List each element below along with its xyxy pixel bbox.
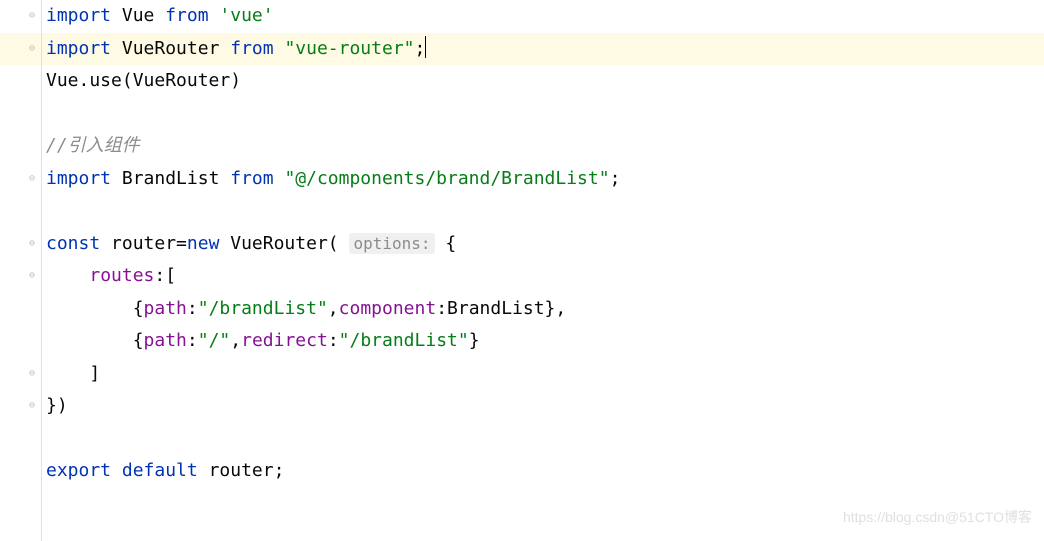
punct: : — [187, 330, 198, 351]
property: path — [144, 298, 187, 319]
string: "/" — [198, 330, 231, 351]
fold-marker-icon[interactable]: ⊖ — [29, 44, 39, 54]
gutter-line: ⊖ — [0, 163, 41, 196]
string: "/brandList" — [198, 298, 328, 319]
fold-marker-icon[interactable]: ⊖ — [29, 369, 39, 379]
code-line[interactable]: ] — [42, 358, 1044, 391]
punct: :[ — [154, 265, 176, 286]
indent — [46, 265, 89, 286]
code-line[interactable] — [42, 98, 1044, 131]
keyword: from — [230, 38, 273, 59]
code-editor[interactable]: ⊖ ⊖ ⊖ ⊖ ⊖ ⊖ ⊖ import Vue from 'vue' impo… — [0, 0, 1044, 541]
keyword: export — [46, 460, 111, 481]
code-line[interactable] — [42, 423, 1044, 456]
keyword: import — [46, 5, 111, 26]
string: "vue-router" — [274, 38, 415, 59]
punct: } — [469, 330, 480, 351]
keyword: const — [46, 233, 100, 254]
punct: { — [435, 233, 457, 254]
gutter-line: ⊖ — [0, 0, 41, 33]
code-line[interactable]: //引入组件 — [42, 130, 1044, 163]
keyword: import — [46, 168, 111, 189]
editor-gutter: ⊖ ⊖ ⊖ ⊖ ⊖ ⊖ ⊖ — [0, 0, 42, 541]
gutter-line: ⊖ — [0, 33, 41, 66]
code-area[interactable]: import Vue from 'vue' import VueRouter f… — [42, 0, 1044, 541]
identifier: router= — [100, 233, 187, 254]
property: redirect — [241, 330, 328, 351]
punct: : — [328, 330, 339, 351]
fold-marker-icon[interactable]: ⊖ — [29, 271, 39, 281]
fold-marker-icon[interactable]: ⊖ — [29, 174, 39, 184]
code-line[interactable]: }) — [42, 390, 1044, 423]
identifier: router; — [198, 460, 285, 481]
gutter-line — [0, 325, 41, 358]
gutter-line — [0, 488, 41, 521]
keyword: import — [46, 38, 111, 59]
fold-marker-icon[interactable]: ⊖ — [29, 11, 39, 21]
code-line[interactable]: routes:[ — [42, 260, 1044, 293]
punct: , — [230, 330, 241, 351]
punct: , — [328, 298, 339, 319]
property: routes — [89, 265, 154, 286]
string: 'vue' — [209, 5, 274, 26]
string: "@/components/brand/BrandList" — [274, 168, 610, 189]
code-line[interactable]: {path:"/",redirect:"/brandList"} — [42, 325, 1044, 358]
identifier: VueRouter — [111, 38, 230, 59]
keyword: from — [230, 168, 273, 189]
identifier: BrandList — [111, 168, 230, 189]
parameter-hint: options: — [349, 233, 434, 254]
gutter-line — [0, 130, 41, 163]
code-line[interactable]: export default router; — [42, 455, 1044, 488]
fold-marker-icon[interactable]: ⊖ — [29, 401, 39, 411]
gutter-line — [0, 455, 41, 488]
code-line[interactable] — [42, 195, 1044, 228]
punct: : — [187, 298, 198, 319]
code-line[interactable] — [42, 488, 1044, 521]
text-cursor — [425, 36, 426, 58]
gutter-line — [0, 195, 41, 228]
gutter-line — [0, 293, 41, 326]
property: path — [144, 330, 187, 351]
code-line[interactable]: const router=new VueRouter( options: { — [42, 228, 1044, 261]
code-text: ] — [46, 363, 100, 384]
fold-marker-icon[interactable]: ⊖ — [29, 239, 39, 249]
keyword: new — [187, 233, 220, 254]
code-line[interactable]: import Vue from 'vue' — [42, 0, 1044, 33]
indent: { — [46, 298, 144, 319]
code-text: }) — [46, 395, 68, 416]
gutter-line — [0, 98, 41, 131]
punct: ; — [415, 38, 426, 59]
property: component — [339, 298, 437, 319]
gutter-line — [0, 423, 41, 456]
string: "/brandList" — [339, 330, 469, 351]
gutter-line: ⊖ — [0, 390, 41, 423]
code-line[interactable]: Vue.use(VueRouter) — [42, 65, 1044, 98]
keyword: default — [111, 460, 198, 481]
identifier: VueRouter( — [219, 233, 349, 254]
identifier: Vue — [111, 5, 165, 26]
gutter-line — [0, 65, 41, 98]
gutter-line: ⊖ — [0, 228, 41, 261]
gutter-line: ⊖ — [0, 358, 41, 391]
comment: //引入组件 — [46, 135, 140, 156]
punct: ; — [610, 168, 621, 189]
indent: { — [46, 330, 144, 351]
punct: :BrandList}, — [436, 298, 566, 319]
code-line-active[interactable]: import VueRouter from "vue-router"; — [42, 33, 1044, 66]
code-line[interactable]: {path:"/brandList",component:BrandList}, — [42, 293, 1044, 326]
keyword: from — [165, 5, 208, 26]
gutter-line: ⊖ — [0, 260, 41, 293]
code-line[interactable]: import BrandList from "@/components/bran… — [42, 163, 1044, 196]
code-text: Vue.use(VueRouter) — [46, 70, 241, 91]
